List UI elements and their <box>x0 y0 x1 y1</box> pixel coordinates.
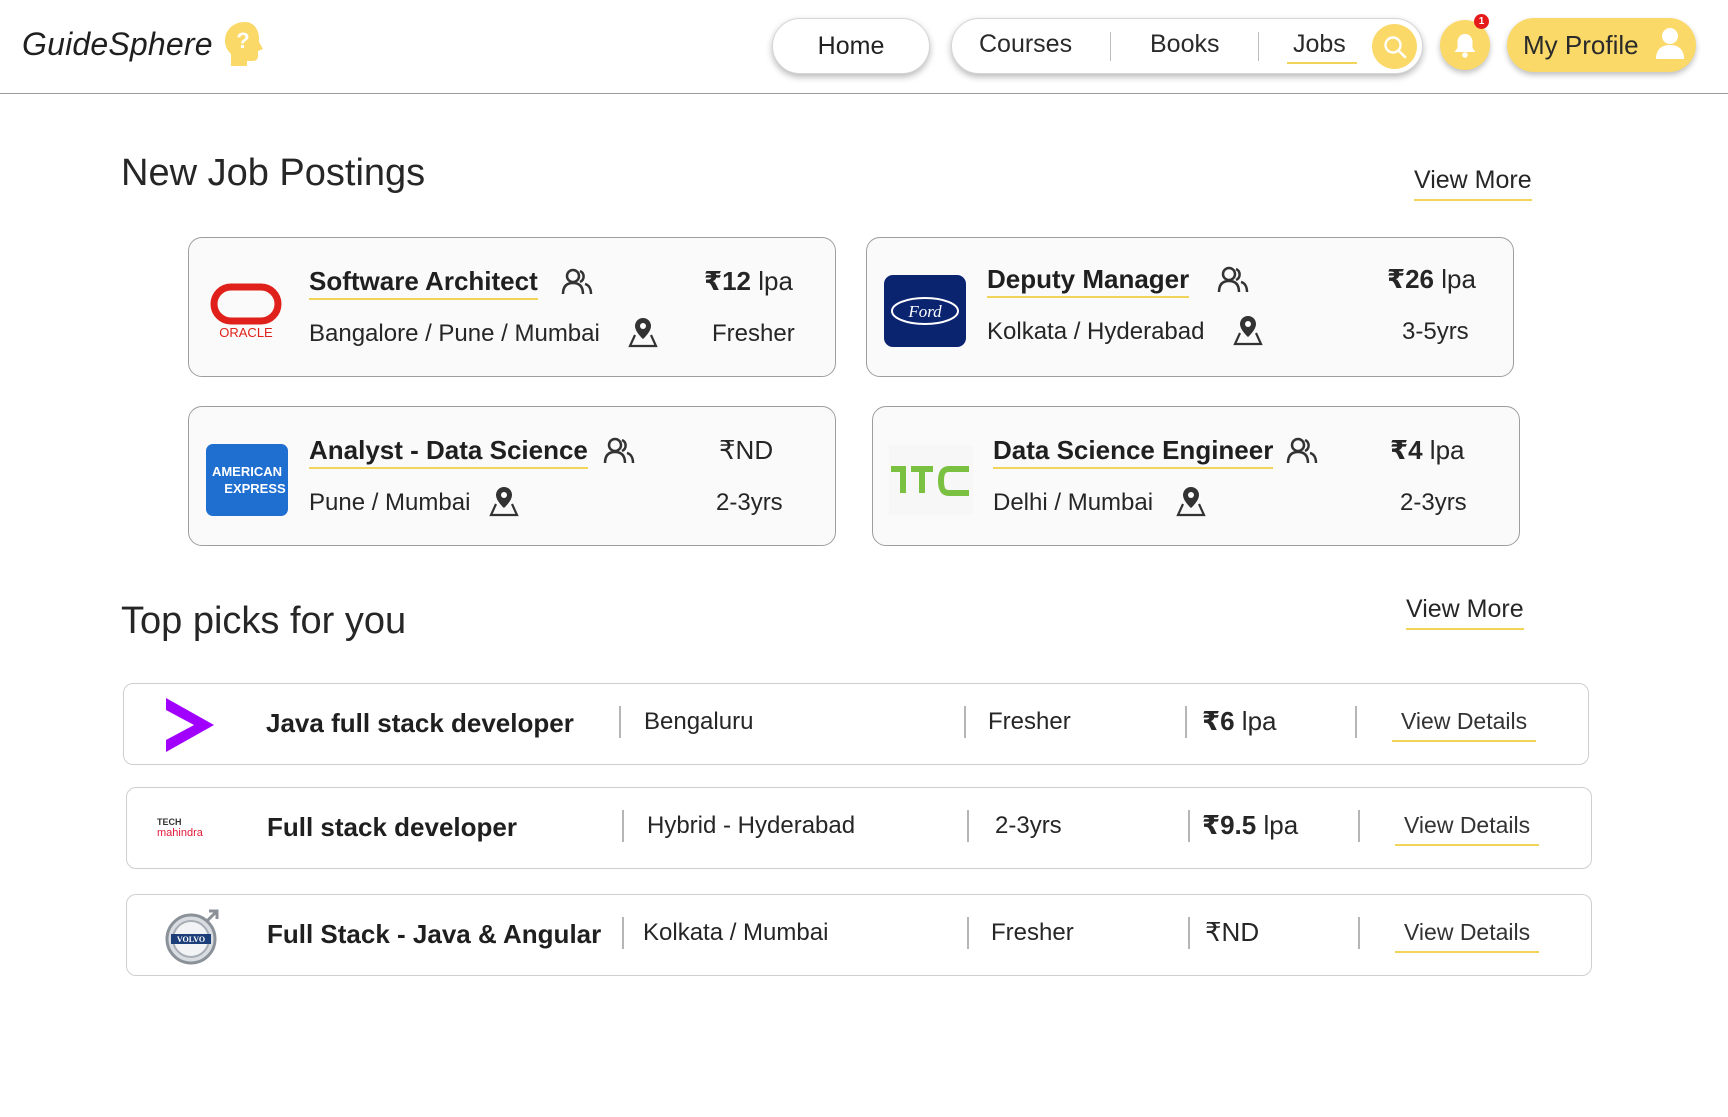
people-icon <box>561 268 593 295</box>
column-divider <box>1358 810 1360 842</box>
svg-text:Ford: Ford <box>907 302 942 321</box>
tech-mahindra-logo: TECH mahindra <box>149 794 237 864</box>
job-experience: 2-3yrs <box>716 489 783 516</box>
list-item[interactable]: VOLVO Full Stack - Java & Angular Kolkat… <box>126 894 1592 976</box>
map-pin-icon <box>489 487 519 517</box>
brand-name[interactable]: GuideSphere <box>22 26 213 63</box>
column-divider <box>964 706 966 738</box>
job-salary: ₹26 lpa <box>1387 264 1476 294</box>
accenture-logo <box>146 690 234 760</box>
notification-badge: 1 <box>1474 14 1489 29</box>
column-divider <box>1188 810 1190 842</box>
svg-text:ORACLE: ORACLE <box>219 325 273 340</box>
view-details-link[interactable]: View Details <box>1392 708 1537 742</box>
american-express-logo: AMERICAN EXPRESS <box>205 443 289 517</box>
column-divider <box>1358 917 1360 949</box>
svg-text:AMERICAN: AMERICAN <box>212 464 282 479</box>
view-details-link[interactable]: View Details <box>1395 812 1540 846</box>
map-pin-icon <box>628 318 658 348</box>
people-icon <box>1286 437 1318 464</box>
job-title[interactable]: Data Science Engineer <box>993 435 1274 469</box>
svg-text:?: ? <box>236 28 249 53</box>
active-nav-underline <box>1287 62 1357 64</box>
job-card[interactable]: Ford Deputy Manager Kolkata / Hyderabad … <box>866 237 1514 377</box>
column-divider <box>967 810 969 842</box>
list-item[interactable]: TECH mahindra Full stack developer Hybri… <box>126 787 1592 869</box>
column-divider <box>619 706 621 738</box>
people-icon <box>1217 266 1249 293</box>
job-location: Kolkata / Mumbai <box>643 919 829 946</box>
column-divider <box>1188 917 1190 949</box>
job-location: Bangalore / Pune / Mumbai <box>309 320 600 347</box>
map-pin-icon <box>1176 487 1206 517</box>
oracle-logo: ORACLE <box>205 274 289 348</box>
job-experience: 2-3yrs <box>1400 489 1467 516</box>
job-title[interactable]: Software Architect <box>309 266 538 300</box>
ford-logo: Ford <box>883 274 967 348</box>
svg-text:EXPRESS: EXPRESS <box>224 481 286 496</box>
column-divider <box>967 917 969 949</box>
job-location: Pune / Mumbai <box>309 489 471 516</box>
job-card[interactable]: AMERICAN EXPRESS Analyst - Data Science … <box>188 406 836 546</box>
profile-label: My Profile <box>1523 30 1639 60</box>
column-divider <box>622 917 624 949</box>
section-title-new-jobs: New Job Postings <box>121 152 426 194</box>
job-title[interactable]: Analyst - Data Science <box>309 435 588 469</box>
job-location: Bengaluru <box>644 708 754 735</box>
job-card[interactable]: Data Science Engineer Delhi / Mumbai ₹4 … <box>872 406 1520 546</box>
job-salary: ₹4 lpa <box>1390 435 1465 465</box>
job-experience: Fresher <box>988 708 1071 735</box>
bell-icon <box>1454 34 1476 58</box>
job-card[interactable]: ORACLE Software Architect Bangalore / Pu… <box>188 237 836 377</box>
job-salary: ₹6 lpa <box>1202 706 1277 736</box>
head-question-icon: ? <box>225 22 263 66</box>
job-location: Kolkata / Hyderabad <box>987 318 1205 345</box>
nav-item-books[interactable]: Books <box>1150 30 1219 59</box>
people-icon <box>603 437 635 464</box>
nav-divider <box>1110 32 1111 61</box>
view-more-new-jobs[interactable]: View More <box>1414 166 1532 201</box>
job-salary: ₹ND <box>1205 917 1260 947</box>
list-item[interactable]: Java full stack developer Bengaluru Fres… <box>123 683 1589 765</box>
column-divider <box>1185 706 1187 738</box>
job-salary: ₹ND <box>719 435 774 465</box>
home-button[interactable]: Home <box>772 18 930 74</box>
htc-logo <box>889 443 973 517</box>
job-title: Full stack developer <box>267 812 517 842</box>
job-title: Java full stack developer <box>266 708 574 738</box>
nav-bar: Courses Books Jobs <box>951 18 1423 74</box>
job-title: Full Stack - Java & Angular <box>267 919 602 949</box>
view-details-link[interactable]: View Details <box>1395 919 1540 953</box>
job-location: Hybrid - Hyderabad <box>647 812 856 839</box>
job-experience: 2-3yrs <box>995 812 1062 839</box>
top-navbar: GuideSphere ? Home Courses Books Jobs 1 … <box>0 0 1728 94</box>
job-experience: Fresher <box>712 320 795 347</box>
column-divider <box>622 810 624 842</box>
map-pin-icon <box>1233 316 1263 346</box>
nav-divider <box>1258 32 1259 61</box>
job-location: Delhi / Mumbai <box>993 489 1154 516</box>
user-icon <box>1656 28 1684 59</box>
svg-text:TECH: TECH <box>157 817 182 827</box>
svg-text:VOLVO: VOLVO <box>177 935 205 944</box>
job-salary: ₹12 lpa <box>704 266 793 296</box>
section-title-top-picks: Top picks for you <box>121 600 407 642</box>
column-divider <box>1355 706 1357 738</box>
job-salary: ₹9.5 lpa <box>1202 810 1299 840</box>
search-button[interactable] <box>1372 24 1417 69</box>
job-experience: 3-5yrs <box>1402 318 1469 345</box>
svg-text:mahindra: mahindra <box>157 827 204 839</box>
job-experience: Fresher <box>991 919 1074 946</box>
view-more-top-picks[interactable]: View More <box>1406 595 1524 630</box>
volvo-logo: VOLVO <box>149 901 237 971</box>
nav-item-jobs[interactable]: Jobs <box>1293 30 1346 59</box>
job-title[interactable]: Deputy Manager <box>987 264 1190 298</box>
search-icon <box>1383 35 1406 58</box>
my-profile-button[interactable]: My Profile <box>1507 18 1696 72</box>
nav-item-courses[interactable]: Courses <box>979 30 1072 59</box>
